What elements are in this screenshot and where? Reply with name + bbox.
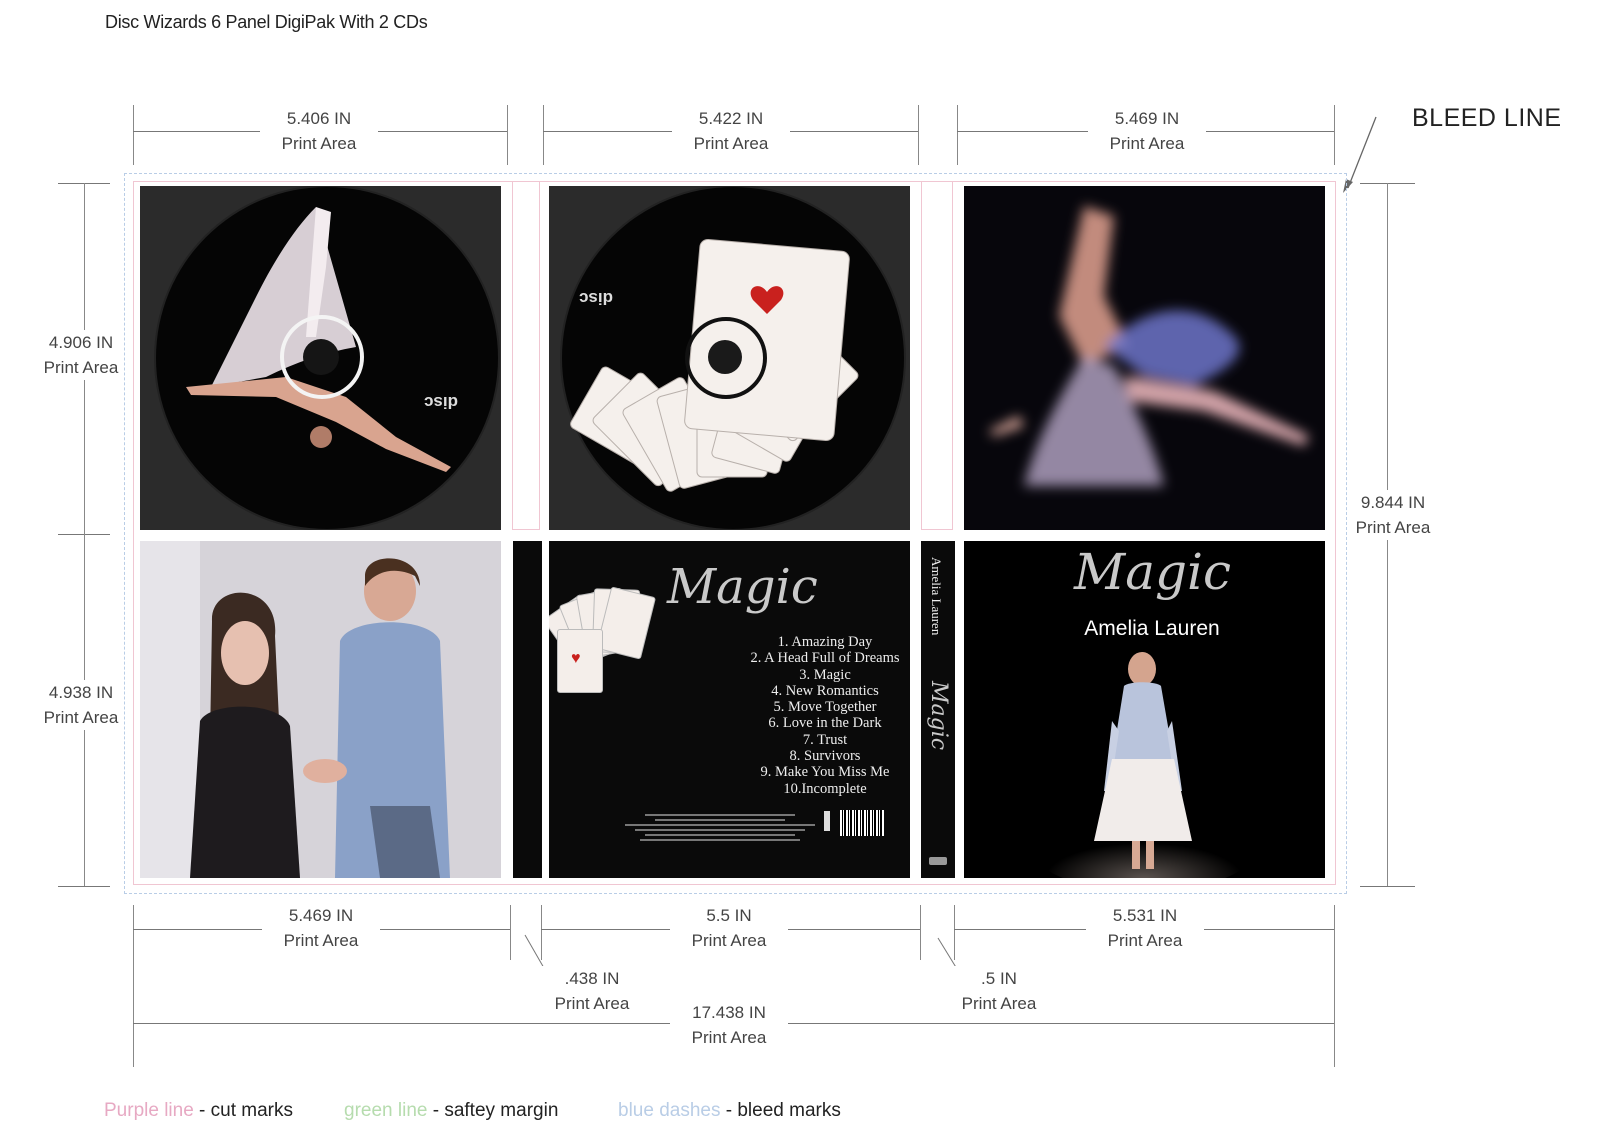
legend-safety-margin: green line - saftey margin xyxy=(344,1100,559,1121)
track-item: 3. Magic xyxy=(799,666,851,683)
cut-line-gap-right xyxy=(921,181,953,530)
blurred-dancer-image xyxy=(989,206,1309,486)
track-item: 6. Love in the Dark xyxy=(768,715,882,732)
dim-tick xyxy=(1334,905,1335,1067)
dim-label-right: 9.844 IN Print Area xyxy=(1346,490,1440,540)
panel-dancer-photo xyxy=(964,186,1325,530)
panel-spine-right: Amelia Lauren Magic xyxy=(921,541,955,878)
cd-center-hole xyxy=(303,339,339,375)
spine-logo-icon xyxy=(929,857,947,865)
track-item: 10.Incomplete xyxy=(783,780,867,797)
dim-label-bottom-middle: 5.5 IN Print Area xyxy=(670,903,788,953)
dim-tick xyxy=(510,905,511,960)
dim-line-left xyxy=(84,183,85,886)
dim-label-spine-right: .5 IN Print Area xyxy=(940,966,1058,1016)
dim-tick xyxy=(920,905,921,960)
panel-back-cover: ♥ Magic 1. Amazing Day 2. A Head Full of… xyxy=(549,541,910,878)
dim-tick xyxy=(58,886,110,887)
label-logo-icon xyxy=(824,811,830,831)
track-list: 1. Amazing Day 2. A Head Full of Dreams … xyxy=(635,634,910,797)
page-title: Disc Wizards 6 Panel DigiPak With 2 CDs xyxy=(105,12,428,32)
dim-label-top-left: 5.406 IN Print Area xyxy=(260,106,378,156)
album-title-back: Magic xyxy=(667,559,818,615)
artist-name: Amelia Lauren xyxy=(1084,617,1220,640)
spine-title: Magic xyxy=(926,681,951,751)
legend-bleed-marks: blue dashes - bleed marks xyxy=(618,1100,841,1121)
dim-label-top-middle: 5.422 IN Print Area xyxy=(672,106,790,156)
track-item: 5. Move Together xyxy=(773,699,877,716)
heart-icon: ♥ xyxy=(571,650,581,667)
bleed-line-arrow xyxy=(1343,116,1377,193)
dim-label-bottom-right: 5.531 IN Print Area xyxy=(1086,903,1204,953)
legend-cut-marks: Purple line - cut marks xyxy=(104,1100,294,1121)
spine-artist: Amelia Lauren xyxy=(929,557,944,636)
panel-cd-1: disc xyxy=(140,186,501,530)
card: ♥ xyxy=(557,629,603,693)
dim-label-left-top: 4.906 IN Print Area xyxy=(34,330,128,380)
track-item: 4. New Romantics xyxy=(771,682,879,699)
couple-image xyxy=(140,541,501,878)
dim-label-bottom-left: 5.469 IN Print Area xyxy=(262,903,380,953)
panel-cd-2: disc xyxy=(549,186,910,530)
dim-tick xyxy=(543,105,544,165)
track-item: 7. Trust xyxy=(802,731,848,748)
album-title-front: Magic xyxy=(1074,543,1232,601)
dim-tick xyxy=(1360,886,1415,887)
dim-label-total-width: 17.438 IN Print Area xyxy=(670,1000,788,1050)
track-item: 8. Survivors xyxy=(789,748,861,765)
copyright-fineprint xyxy=(625,811,815,844)
dim-tick xyxy=(957,105,958,165)
cover-singer-image xyxy=(1034,652,1254,878)
dim-tick xyxy=(133,105,134,165)
panel-front-cover: Magic Amelia Lauren xyxy=(964,541,1325,878)
track-item: 9. Make You Miss Me xyxy=(760,764,890,781)
barcode-icon xyxy=(840,810,884,836)
bleed-line-label: BLEED LINE xyxy=(1412,104,1562,132)
dim-label-spine-left: .438 IN Print Area xyxy=(533,966,651,1016)
cd-center-hole xyxy=(708,340,742,374)
dim-label-top-right: 5.469 IN Print Area xyxy=(1088,106,1206,156)
panel-couple-photo xyxy=(140,541,501,878)
cut-line-gap-left xyxy=(512,181,540,530)
track-item: 1. Amazing Day xyxy=(777,634,873,650)
panel-spine-left xyxy=(513,541,542,878)
cd-logo-1: disc xyxy=(424,393,459,412)
dim-tick xyxy=(918,105,919,165)
dim-label-left-bottom: 4.938 IN Print Area xyxy=(34,680,128,730)
dim-tick xyxy=(507,105,508,165)
track-item: 2. A Head Full of Dreams xyxy=(750,650,900,667)
cd-logo-2: disc xyxy=(579,289,614,308)
